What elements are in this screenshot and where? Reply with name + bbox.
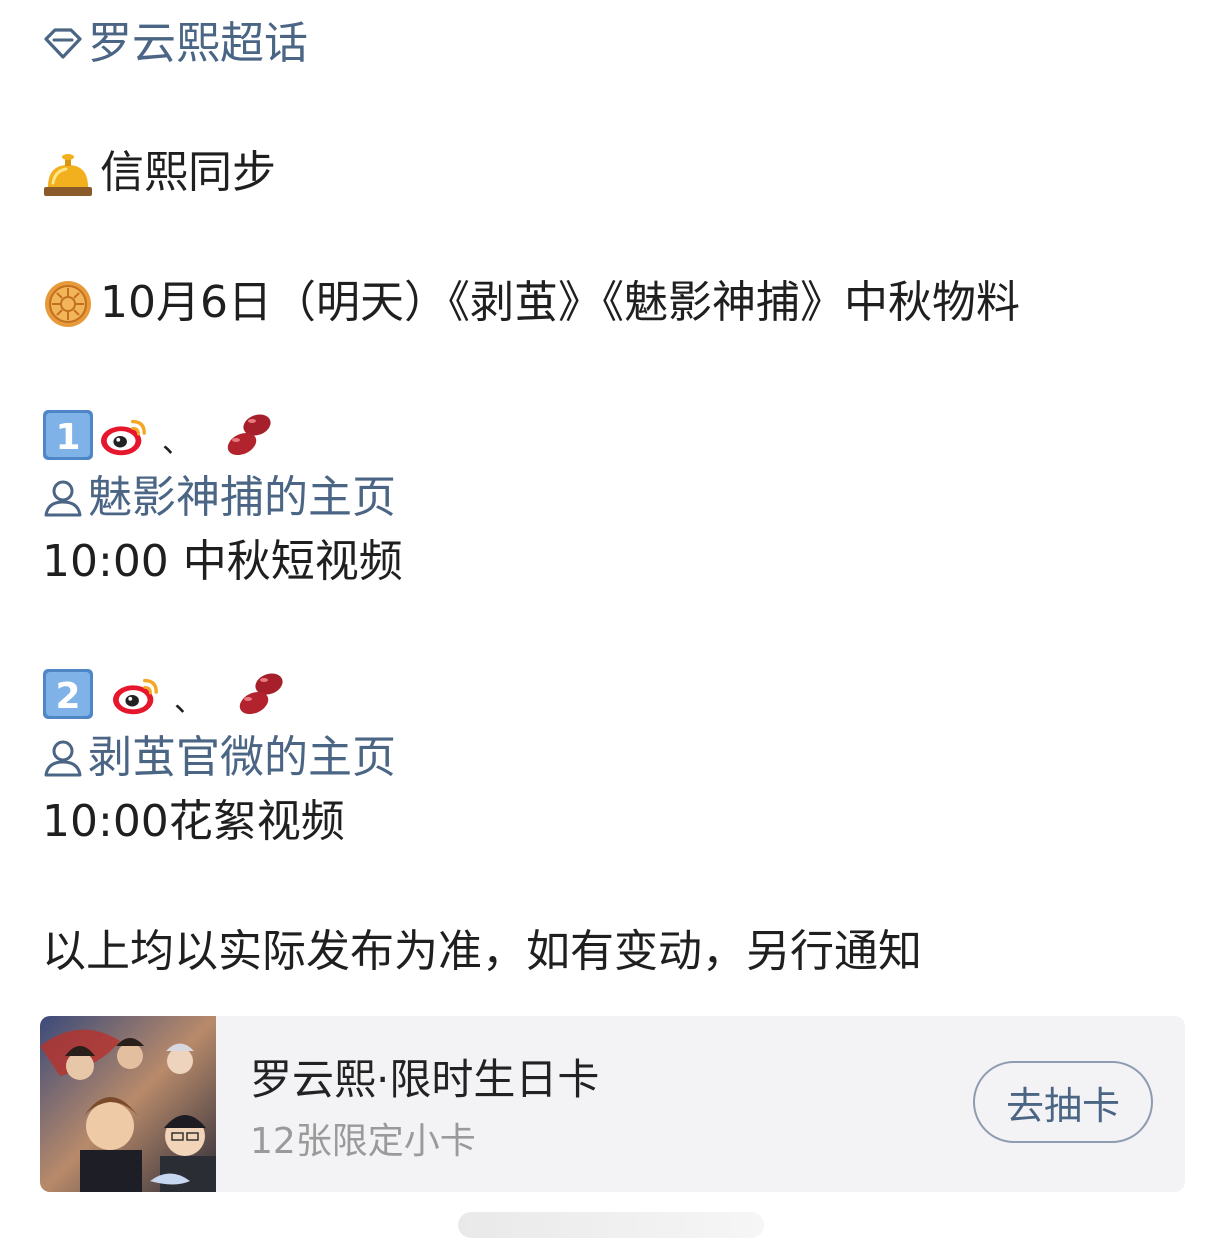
separator: 、	[174, 684, 204, 719]
item2-profile-link[interactable]: 剥茧官微的主页	[42, 728, 396, 788]
item1-detail: 10:00 中秋短视频	[42, 536, 403, 587]
item1-profile-link[interactable]: 魅影神捕的主页	[42, 468, 396, 528]
date-line: 10月6日（明天）《剥茧》《魅影神捕》中秋物料	[42, 273, 1020, 333]
loading-placeholder	[458, 1212, 764, 1238]
footer-note: 以上均以实际发布为准，如有变动，另行通知	[42, 926, 922, 977]
weibo-icon	[112, 668, 162, 720]
supertopic-diamond-icon	[42, 23, 84, 65]
bell-icon	[42, 147, 94, 199]
bean-icon	[236, 668, 288, 720]
item1-link-label: 魅影神捕的主页	[88, 472, 396, 523]
birthday-card-promo[interactable]: 罗云熙·限时生日卡 12张限定小卡 去抽卡	[40, 1016, 1185, 1192]
svg-text:2: 2	[55, 676, 80, 717]
card-thumbnail-image	[40, 1016, 216, 1192]
draw-card-button[interactable]: 去抽卡	[973, 1061, 1153, 1143]
mooncake-icon	[42, 277, 94, 329]
user-icon	[42, 737, 84, 779]
item2-detail: 10:00花絮视频	[42, 796, 345, 847]
topic-link[interactable]: 罗云熙超话	[42, 14, 308, 74]
card-subtitle: 12张限定小卡	[250, 1121, 476, 1162]
item2-link-label: 剥茧官微的主页	[88, 732, 396, 783]
keycap-1-icon: 1	[42, 409, 94, 461]
header-line: 信熙同步	[42, 143, 276, 203]
keycap-2-icon: 2	[42, 668, 94, 720]
weibo-icon	[100, 409, 150, 461]
topic-label: 罗云熙超话	[88, 18, 308, 69]
item2-icons-row: 2 、	[42, 664, 294, 724]
item1-icons-row: 1 、	[42, 405, 282, 465]
separator: 、	[162, 425, 192, 460]
user-icon	[42, 477, 84, 519]
date-text: 10月6日（明天）《剥茧》《魅影神捕》中秋物料	[100, 277, 1020, 328]
svg-text:1: 1	[55, 417, 80, 458]
card-title: 罗云熙·限时生日卡	[250, 1055, 600, 1104]
bean-icon	[224, 409, 276, 461]
header-text: 信熙同步	[100, 147, 276, 198]
